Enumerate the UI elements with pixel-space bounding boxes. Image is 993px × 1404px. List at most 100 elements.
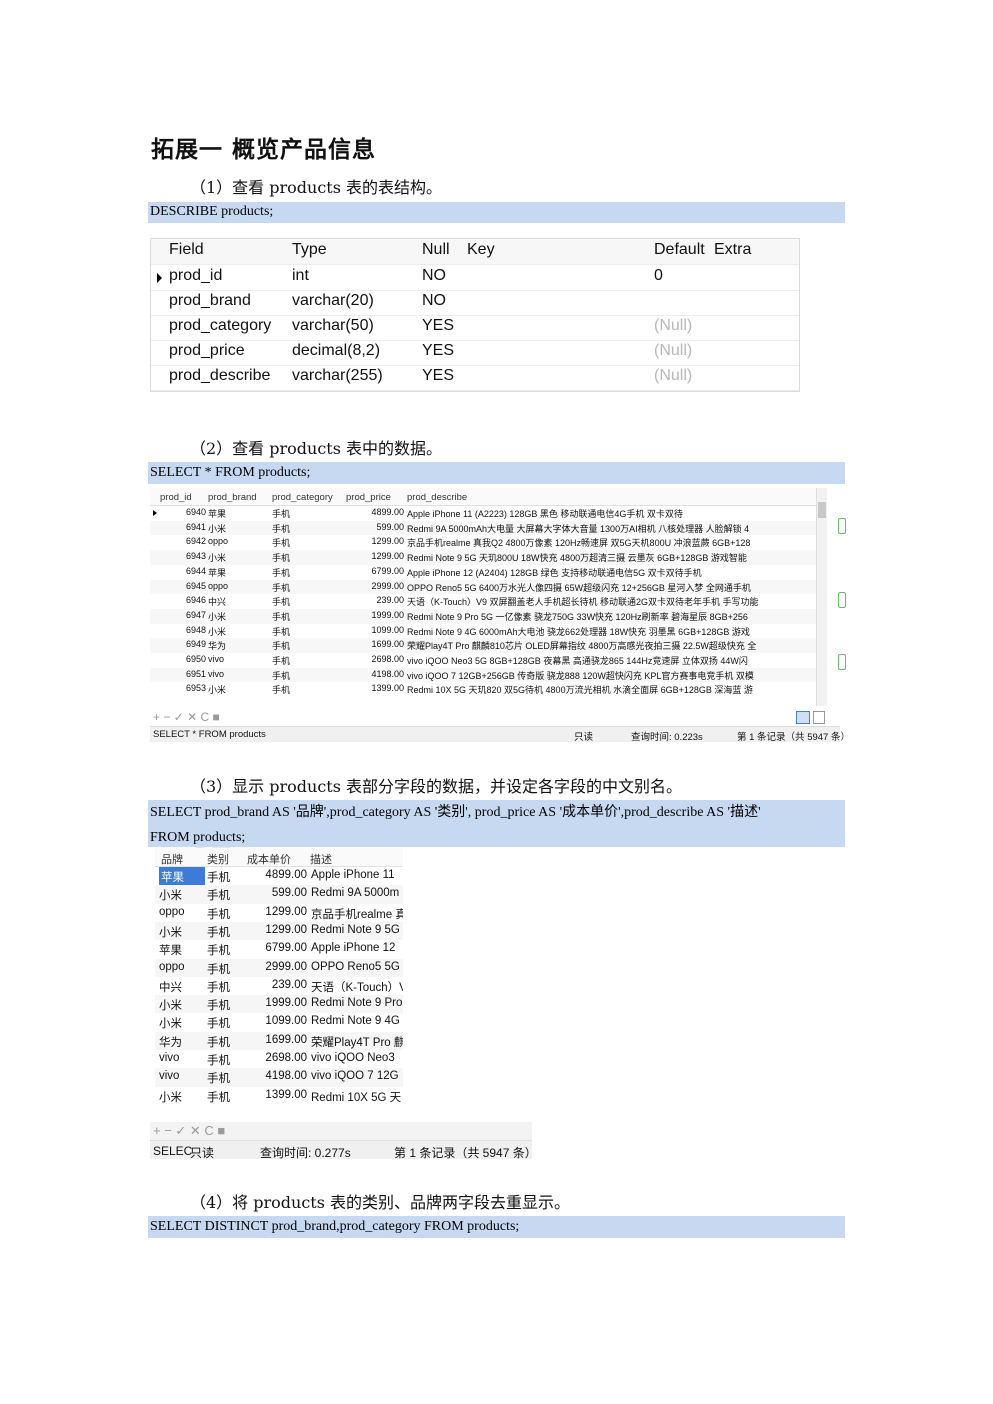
side-tab-icon[interactable] [838,518,846,534]
table-row[interactable]: prod_id int NO 0 [151,265,799,291]
cell-field[interactable]: prod_id [169,267,222,285]
cell-prod-brand[interactable]: oppo [208,536,268,546]
cell-category[interactable]: 手机 [207,869,245,885]
cell-prod-describe[interactable]: vivo iQOO 7 12GB+256GB 传奇版 骁龙888 120W超快闪… [407,669,812,682]
cell-type[interactable]: varchar(20) [292,292,374,310]
cell-prod-describe[interactable]: 荣耀Play4T Pro 麒麟810芯片 OLED屏幕指纹 4800万高感光夜拍… [407,639,812,652]
table-row[interactable]: 6953 小米 手机 1399.00 Redmi 10X 5G 天玑820 双5G待机 … [150,682,816,697]
cell-prod-category[interactable]: 手机 [272,551,342,564]
cell-type[interactable]: varchar(255) [292,367,383,385]
cell-category[interactable]: 手机 [207,1089,245,1105]
cell-prod-category[interactable]: 手机 [272,639,342,652]
cell-prod-price[interactable]: 1699.00 [346,639,404,649]
table-row[interactable]: oppo 手机 1299.00 京品手机realme 真 [155,904,403,922]
cell-prod-describe[interactable]: Apple iPhone 11 (A2223) 128GB 黑色 移动联通电信4… [407,507,812,520]
scrollbar-thumb[interactable] [818,502,826,518]
cell-field[interactable]: prod_brand [169,292,251,310]
cell-describe[interactable]: OPPO Reno5 5G [311,961,403,973]
header-key[interactable]: Key [467,241,495,259]
cell-brand[interactable]: 小米 [159,1089,203,1105]
table-row[interactable]: prod_describe varchar(255) YES (Null) [151,365,799,391]
cell-null[interactable]: NO [422,267,446,285]
cell-brand[interactable]: 小米 [159,997,203,1013]
cell-prod-id[interactable]: 6947 [160,610,206,620]
cell-prod-category[interactable]: 手机 [272,536,342,549]
cell-prod-id[interactable]: 6951 [160,669,206,679]
cell-describe[interactable]: vivo iQOO 7 12G [311,1070,403,1082]
cell-describe[interactable]: Redmi 9A 5000m [311,887,403,899]
table-row[interactable]: 6946 中兴 手机 239.00 天语（K-Touch）V9 双屏翻盖老人手机超长待机… [150,594,816,609]
table-row[interactable]: prod_price decimal(8,2) YES (Null) [151,340,799,366]
cell-prod-brand[interactable]: 苹果 [208,566,268,579]
cell-prod-brand[interactable]: oppo [208,581,268,591]
cell-default[interactable]: (Null) [654,367,692,385]
cell-price[interactable]: 2999.00 [247,961,307,973]
cell-price[interactable]: 1299.00 [247,924,307,936]
table-row[interactable]: 6941 小米 手机 599.00 Redmi 9A 5000mAh大电量 大屏幕大字体… [150,520,816,536]
cell-null[interactable]: YES [422,317,454,335]
cell-prod-describe[interactable]: Redmi 9A 5000mAh大电量 大屏幕大字体大音量 1300万AI相机 … [407,522,812,535]
cell-category[interactable]: 手机 [207,924,245,940]
table-row[interactable]: 6943 小米 手机 1299.00 Redmi Note 9 5G 天玑800U 18… [150,550,816,565]
cell-prod-id[interactable]: 6940 [160,507,206,517]
cell-price[interactable]: 599.00 [247,887,307,899]
cell-prod-category[interactable]: 手机 [272,522,342,535]
cell-describe[interactable]: Redmi Note 9 5G [311,924,403,936]
cell-brand[interactable]: 华为 [159,1034,203,1050]
cell-prod-id[interactable]: 6953 [160,683,206,693]
table-row[interactable]: 6945 oppo 手机 2999.00 OPPO Reno5 5G 6400万水光人像… [150,579,816,595]
cell-prod-brand[interactable]: 小米 [208,625,268,638]
cell-price[interactable]: 2698.00 [247,1052,307,1064]
cell-prod-category[interactable]: 手机 [272,669,342,682]
cell-field[interactable]: prod_describe [169,367,270,385]
cell-price[interactable]: 4899.00 [247,869,307,881]
col-prod-price[interactable]: prod_price [346,492,391,503]
cell-brand[interactable]: 苹果 [159,942,203,958]
cell-brand[interactable]: 小米 [159,924,203,940]
cell-describe[interactable]: Apple iPhone 12 [311,942,403,954]
cell-describe[interactable]: 荣耀Play4T Pro 麒 [311,1034,403,1050]
cell-prod-category[interactable]: 手机 [272,507,342,520]
cell-describe[interactable]: Redmi 10X 5G 天 [311,1089,403,1105]
cell-describe[interactable]: Redmi Note 9 4G [311,1015,403,1027]
header-field[interactable]: Field [169,241,204,259]
cell-prod-category[interactable]: 手机 [272,581,342,594]
col-prod-brand[interactable]: prod_brand [208,492,257,503]
cell-brand[interactable]: 小米 [159,1015,203,1031]
table-row[interactable]: 6948 小米 手机 1099.00 Redmi Note 9 4G 6000mAh大电… [150,624,816,639]
table-row[interactable]: oppo 手机 2999.00 OPPO Reno5 5G [155,958,403,977]
grid-view-icon[interactable] [796,711,810,724]
cell-category[interactable]: 手机 [207,1070,245,1086]
cell-brand[interactable]: 小米 [159,887,203,903]
table-row[interactable]: 华为 手机 1699.00 荣耀Play4T Pro 麒 [155,1031,403,1050]
table-row[interactable]: vivo 手机 2698.00 vivo iQOO Neo3 [155,1050,403,1068]
cell-category[interactable]: 手机 [207,942,245,958]
cell-prod-price[interactable]: 1099.00 [346,625,404,635]
cell-prod-category[interactable]: 手机 [272,654,342,667]
cell-describe[interactable]: 京品手机realme 真 [311,906,403,922]
cell-prod-category[interactable]: 手机 [272,595,342,608]
cell-prod-category[interactable]: 手机 [272,610,342,623]
cell-field[interactable]: prod_price [169,342,245,360]
cell-prod-id[interactable]: 6942 [160,536,206,546]
header-default[interactable]: Default [654,241,705,259]
table-row[interactable]: 小米 手机 1399.00 Redmi 10X 5G 天 [155,1087,403,1105]
table-row[interactable]: 小米 手机 599.00 Redmi 9A 5000m [155,885,403,904]
table-row[interactable]: prod_category varchar(50) YES (Null) [151,315,799,341]
cell-brand[interactable]: oppo [159,961,203,973]
cell-prod-price[interactable]: 1299.00 [346,536,404,546]
cell-type[interactable]: int [292,267,309,285]
cell-price[interactable]: 4198.00 [247,1070,307,1082]
cell-prod-price[interactable]: 1399.00 [346,683,404,693]
cell-price[interactable]: 1099.00 [247,1015,307,1027]
table-row[interactable]: 6950 vivo 手机 2698.00 vivo iQOO Neo3 5G 8GB+1… [150,653,816,668]
cell-prod-price[interactable]: 1299.00 [346,551,404,561]
cell-prod-brand[interactable]: 华为 [208,639,268,652]
cell-prod-brand[interactable]: 小米 [208,610,268,623]
cell-prod-price[interactable]: 2698.00 [346,654,404,664]
cell-prod-id[interactable]: 6943 [160,551,206,561]
col-price[interactable]: 成本单价 [247,851,291,867]
table-row[interactable]: prod_brand varchar(20) NO [151,290,799,316]
table-row[interactable]: 苹果 手机 6799.00 Apple iPhone 12 [155,940,403,958]
cell-prod-describe[interactable]: 天语（K-Touch）V9 双屏翻盖老人手机超长待机 移动联通2G双卡双待老年手… [407,595,812,608]
